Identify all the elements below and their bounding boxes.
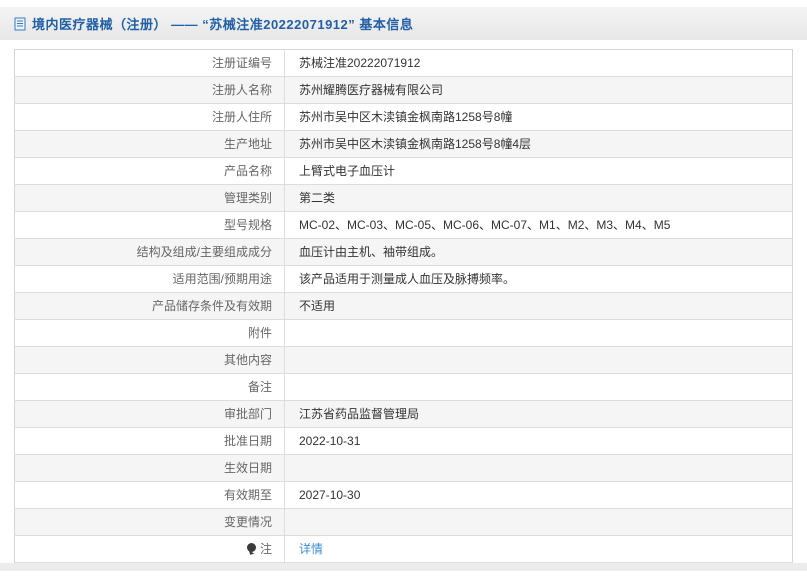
row-label-text: 批准日期: [224, 434, 272, 448]
row-label: 注册人住所: [15, 104, 285, 131]
row-value: MC-02、MC-03、MC-05、MC-06、MC-07、M1、M2、M3、M…: [285, 212, 793, 239]
row-label: 管理类别: [15, 185, 285, 212]
table-row: 注册证编号 苏械注准20222071912: [15, 50, 793, 77]
row-value: 2027-10-30: [285, 482, 793, 509]
table-row: 型号规格 MC-02、MC-03、MC-05、MC-06、MC-07、M1、M2、…: [15, 212, 793, 239]
row-label: 产品名称: [15, 158, 285, 185]
table-row: 注册人名称 苏州耀腾医疗器械有限公司: [15, 77, 793, 104]
row-value-text: 血压计由主机、袖带组成。: [299, 245, 443, 259]
details-link[interactable]: 详情: [299, 542, 323, 556]
table-row: 生效日期: [15, 455, 793, 482]
row-label-text: 备注: [248, 380, 272, 394]
row-value-text: 2022-10-31: [299, 434, 360, 448]
row-label: 生产地址: [15, 131, 285, 158]
page-title: 境内医疗器械（注册） —— “苏械注准20222071912” 基本信息: [32, 14, 413, 33]
row-label-text: 注: [260, 542, 272, 556]
row-label-text: 产品储存条件及有效期: [152, 299, 272, 313]
row-value-text: 江苏省药品监督管理局: [299, 407, 419, 421]
table-row: 产品名称 上臂式电子血压计: [15, 158, 793, 185]
row-label: 结构及组成/主要组成成分: [15, 239, 285, 266]
row-label: 生效日期: [15, 455, 285, 482]
row-label: 批准日期: [15, 428, 285, 455]
content-area: 注册证编号苏械注准20222071912注册人名称苏州耀腾医疗器械有限公司注册人…: [0, 40, 807, 563]
row-label: 附件: [15, 320, 285, 347]
note-icon: [247, 543, 256, 554]
row-value-text: 2027-10-30: [299, 488, 360, 502]
row-label-text: 注册证编号: [212, 56, 272, 70]
row-value-text: 苏州耀腾医疗器械有限公司: [299, 83, 443, 97]
table-row: 有效期至 2027-10-30: [15, 482, 793, 509]
table-body: 注册证编号苏械注准20222071912注册人名称苏州耀腾医疗器械有限公司注册人…: [15, 50, 793, 563]
row-label-text: 适用范围/预期用途: [173, 272, 272, 286]
table-row: 生产地址 苏州市吴中区木渎镇金枫南路1258号8幢4层: [15, 131, 793, 158]
row-label-text: 有效期至: [224, 488, 272, 502]
row-label: 备注: [15, 374, 285, 401]
row-label-text: 其他内容: [224, 353, 272, 367]
page-header: 境内医疗器械（注册） —— “苏械注准20222071912” 基本信息: [0, 7, 807, 40]
row-label: 变更情况: [15, 509, 285, 536]
row-value: [285, 374, 793, 401]
table-row: 其他内容: [15, 347, 793, 374]
row-value: [285, 347, 793, 374]
row-value: [285, 509, 793, 536]
row-label: 注册人名称: [15, 77, 285, 104]
row-value: 该产品适用于测量成人血压及脉搏频率。: [285, 266, 793, 293]
row-label-text: 管理类别: [224, 191, 272, 205]
row-value: 苏州市吴中区木渎镇金枫南路1258号8幢4层: [285, 131, 793, 158]
row-value: 第二类: [285, 185, 793, 212]
table-row: 变更情况: [15, 509, 793, 536]
row-value: 详情: [285, 536, 793, 563]
row-value: 苏州耀腾医疗器械有限公司: [285, 77, 793, 104]
row-value-text: 不适用: [299, 299, 335, 313]
row-label: 型号规格: [15, 212, 285, 239]
row-value-text: MC-02、MC-03、MC-05、MC-06、MC-07、M1、M2、M3、M…: [299, 218, 670, 232]
row-label-text: 注册人名称: [212, 83, 272, 97]
row-label-text: 变更情况: [224, 515, 272, 529]
table-row: 管理类别 第二类: [15, 185, 793, 212]
row-label-text: 结构及组成/主要组成成分: [137, 245, 272, 259]
table-row: 注 详情: [15, 536, 793, 563]
row-value-text: 上臂式电子血压计: [299, 164, 395, 178]
footer-strip: [0, 563, 807, 571]
row-label-text: 产品名称: [224, 164, 272, 178]
table-row: 批准日期 2022-10-31: [15, 428, 793, 455]
row-label-text: 注册人住所: [212, 110, 272, 124]
row-value: [285, 455, 793, 482]
row-label: 适用范围/预期用途: [15, 266, 285, 293]
row-value-text: 该产品适用于测量成人血压及脉搏频率。: [299, 272, 515, 286]
row-value: 江苏省药品监督管理局: [285, 401, 793, 428]
row-label: 其他内容: [15, 347, 285, 374]
row-label-text: 附件: [248, 326, 272, 340]
registration-info-table: 注册证编号苏械注准20222071912注册人名称苏州耀腾医疗器械有限公司注册人…: [14, 49, 793, 563]
row-value: 不适用: [285, 293, 793, 320]
table-row: 附件: [15, 320, 793, 347]
row-value: 苏械注准20222071912: [285, 50, 793, 77]
row-value-text: 第二类: [299, 191, 335, 205]
table-row: 备注: [15, 374, 793, 401]
document-icon: [14, 17, 26, 31]
row-label: 注: [15, 536, 285, 563]
row-label: 有效期至: [15, 482, 285, 509]
row-value: 苏州市吴中区木渎镇金枫南路1258号8幢: [285, 104, 793, 131]
row-value: 上臂式电子血压计: [285, 158, 793, 185]
row-label: 注册证编号: [15, 50, 285, 77]
row-label-text: 生效日期: [224, 461, 272, 475]
table-row: 审批部门 江苏省药品监督管理局: [15, 401, 793, 428]
row-value-text: 苏州市吴中区木渎镇金枫南路1258号8幢4层: [299, 137, 531, 151]
row-label: 产品储存条件及有效期: [15, 293, 285, 320]
table-row: 产品储存条件及有效期 不适用: [15, 293, 793, 320]
table-row: 注册人住所 苏州市吴中区木渎镇金枫南路1258号8幢: [15, 104, 793, 131]
table-row: 适用范围/预期用途 该产品适用于测量成人血压及脉搏频率。: [15, 266, 793, 293]
row-label: 审批部门: [15, 401, 285, 428]
row-label-text: 型号规格: [224, 218, 272, 232]
row-value: 2022-10-31: [285, 428, 793, 455]
row-label-text: 审批部门: [224, 407, 272, 421]
row-label-text: 生产地址: [224, 137, 272, 151]
row-value: [285, 320, 793, 347]
row-value-text: 苏州市吴中区木渎镇金枫南路1258号8幢: [299, 110, 512, 124]
row-value: 血压计由主机、袖带组成。: [285, 239, 793, 266]
row-value-text: 苏械注准20222071912: [299, 56, 420, 70]
table-row: 结构及组成/主要组成成分 血压计由主机、袖带组成。: [15, 239, 793, 266]
